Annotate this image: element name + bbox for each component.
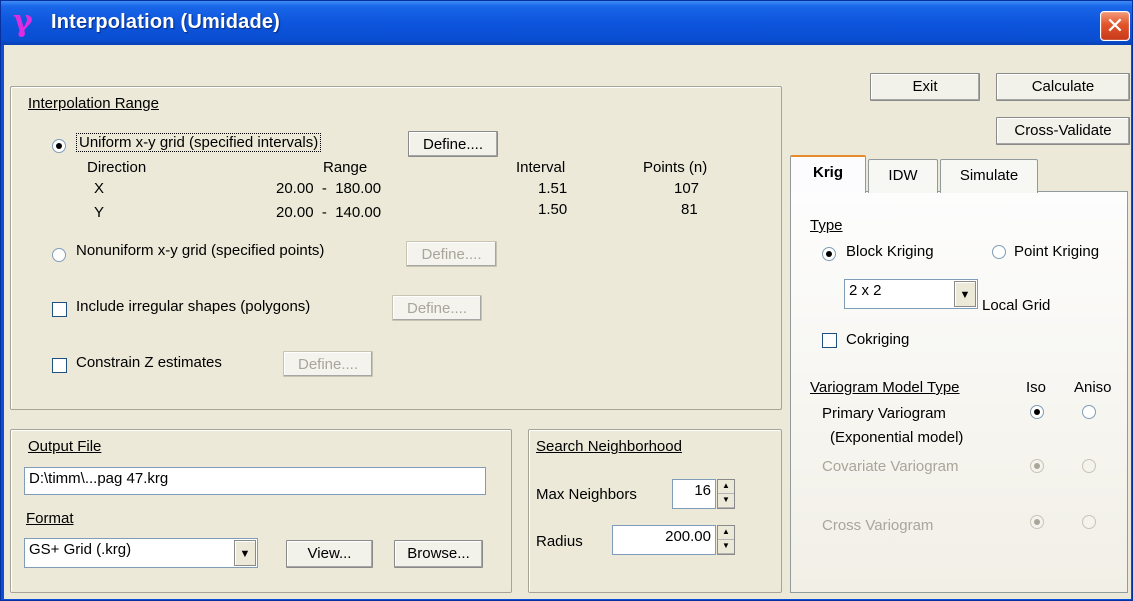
x-direction: X	[94, 180, 105, 197]
nonuniform-grid-label[interactable]: Nonuniform x-y grid (specified points)	[76, 242, 324, 259]
x-range: 20.00 - 180.00	[276, 180, 382, 197]
define-nonuniform-button[interactable]: Define....	[406, 241, 497, 267]
browse-button[interactable]: Browse...	[394, 540, 483, 568]
y-direction: Y	[94, 204, 105, 221]
dialog-window: γ Interpolation (Umidade) ✕ Interpolatio…	[0, 0, 1133, 601]
cross-variogram-label: Cross Variogram	[822, 517, 934, 534]
format-select[interactable]: GS+ Grid (.krg) ▼	[24, 538, 258, 568]
close-button[interactable]: ✕	[1100, 11, 1130, 41]
uniform-grid-label[interactable]: Uniform x-y grid (specified intervals)	[76, 133, 322, 152]
tab-simulate[interactable]: Simulate	[940, 159, 1038, 193]
covariate-aniso-radio[interactable]	[1082, 459, 1096, 473]
tab-idw[interactable]: IDW	[868, 159, 938, 193]
gs-plus-app-icon: γ	[13, 4, 33, 39]
block-kriging-label[interactable]: Block Kriging	[846, 243, 934, 260]
y-interval: 1.50	[538, 201, 568, 218]
primary-iso-radio[interactable]	[1030, 405, 1044, 419]
interval-header: Interval	[516, 159, 566, 176]
format-dropdown-button[interactable]: ▼	[234, 540, 256, 566]
tab-krig[interactable]: Krig	[790, 155, 866, 193]
chevron-down-icon: ▼	[959, 289, 971, 301]
spin-up-icon[interactable]: ▲	[718, 526, 734, 540]
local-grid-select[interactable]: 2 x 2 ▼	[844, 279, 978, 309]
point-kriging-label[interactable]: Point Kriging	[1014, 243, 1099, 260]
radius-field[interactable]: 200.00	[612, 525, 716, 555]
exit-button[interactable]: Exit	[870, 73, 980, 101]
output-file-title: Output File	[28, 438, 102, 455]
close-icon: ✕	[1105, 13, 1125, 38]
constrain-z-label[interactable]: Constrain Z estimates	[76, 354, 222, 371]
title-bar[interactable]: γ Interpolation (Umidade) ✕	[1, 1, 1132, 45]
max-neighbors-label: Max Neighbors	[536, 486, 637, 503]
aniso-header: Aniso	[1074, 379, 1112, 396]
chevron-down-icon: ▼	[239, 548, 251, 560]
point-kriging-radio[interactable]	[992, 245, 1006, 259]
block-kriging-radio[interactable]	[822, 247, 836, 261]
x-interval: 1.51	[538, 180, 568, 197]
krig-type-label: Type	[810, 217, 843, 234]
format-label: Format	[26, 510, 74, 527]
radius-label: Radius	[536, 533, 583, 550]
max-neighbors-field[interactable]: 16	[672, 479, 716, 509]
primary-aniso-radio[interactable]	[1082, 405, 1096, 419]
cokriging-checkbox[interactable]	[822, 333, 837, 348]
max-neighbors-spinner[interactable]: ▲ ▼	[717, 479, 735, 509]
view-button[interactable]: View...	[286, 540, 373, 568]
spin-down-icon[interactable]: ▼	[718, 494, 734, 508]
y-points: 81	[681, 201, 698, 218]
uniform-grid-radio[interactable]	[52, 139, 66, 153]
local-grid-dropdown-button[interactable]: ▼	[954, 281, 976, 307]
nonuniform-grid-radio[interactable]	[52, 248, 66, 262]
primary-variogram-label: Primary Variogram	[822, 405, 946, 422]
x-points: 107	[674, 180, 700, 197]
local-grid-label: Local Grid	[982, 297, 1051, 314]
covariate-variogram-label: Covariate Variogram	[822, 458, 959, 475]
range-header: Range	[323, 159, 368, 176]
spin-up-icon[interactable]: ▲	[718, 480, 734, 494]
cokriging-label[interactable]: Cokriging	[846, 331, 909, 348]
interpolation-range-title: Interpolation Range	[28, 95, 159, 112]
y-range: 20.00 - 140.00	[276, 204, 382, 221]
covariate-iso-radio[interactable]	[1030, 459, 1044, 473]
cross-iso-radio[interactable]	[1030, 515, 1044, 529]
direction-header: Direction	[87, 159, 147, 176]
irregular-shapes-label[interactable]: Include irregular shapes (polygons)	[76, 298, 310, 315]
iso-header: Iso	[1026, 379, 1047, 396]
cross-aniso-radio[interactable]	[1082, 515, 1096, 529]
radius-spinner[interactable]: ▲ ▼	[717, 525, 735, 555]
points-header: Points (n)	[643, 159, 708, 176]
cross-validate-button[interactable]: Cross-Validate	[996, 117, 1130, 145]
calculate-button[interactable]: Calculate	[996, 73, 1130, 101]
search-neighborhood-title: Search Neighborhood	[536, 438, 682, 455]
dialog-client-area: Interpolation Range Uniform x-y grid (sp…	[4, 45, 1131, 599]
output-file-field[interactable]: D:\timm\...pag 47.krg	[24, 467, 486, 495]
format-select-value: GS+ Grid (.krg)	[29, 541, 132, 558]
primary-variogram-model: (Exponential model)	[830, 429, 964, 446]
window-title: Interpolation (Umidade)	[51, 11, 281, 33]
constrain-z-checkbox[interactable]	[52, 358, 67, 373]
define-uniform-button[interactable]: Define....	[408, 131, 498, 157]
spin-down-icon[interactable]: ▼	[718, 540, 734, 554]
define-irregular-button[interactable]: Define....	[392, 295, 482, 321]
variogram-model-type-title: Variogram Model Type	[810, 379, 960, 396]
define-constrain-button[interactable]: Define....	[283, 351, 373, 377]
irregular-shapes-checkbox[interactable]	[52, 302, 67, 317]
local-grid-value: 2 x 2	[849, 282, 882, 299]
